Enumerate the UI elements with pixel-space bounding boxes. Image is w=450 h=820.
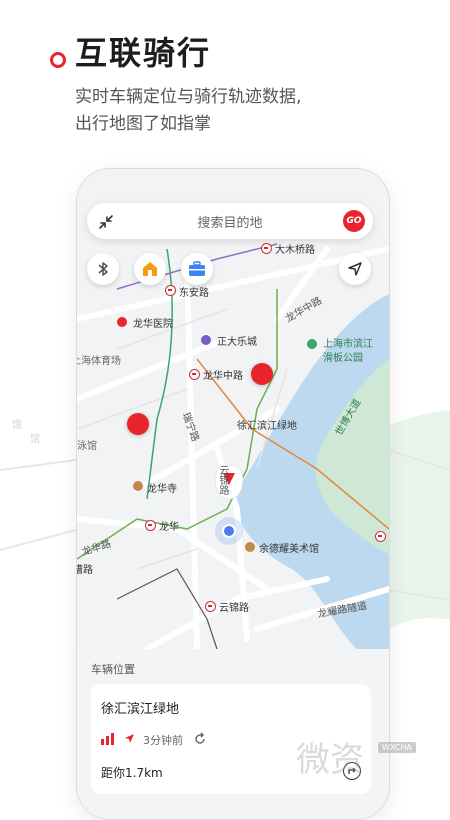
map-label-longhua-middle-road: 龙华中路 [203, 371, 243, 382]
briefcase-icon [189, 261, 205, 276]
metro-icon [205, 601, 216, 612]
metro-icon [261, 243, 272, 254]
metro-icon [189, 369, 200, 380]
promo-subtitle: 实时车辆定位与骑行轨迹数据, 出行地图了如指掌 [75, 84, 301, 138]
map-label-longhua: 龙华 [159, 522, 179, 533]
signal-icon [101, 733, 114, 745]
status-row: 3分钟前 [101, 730, 301, 748]
go-button[interactable]: GO [343, 210, 365, 232]
map-label-swimming: 上海游泳馆 [76, 441, 97, 452]
map-label-skatepark-2: 滑板公园 [323, 353, 363, 364]
promo-title: 互联骑行 [75, 34, 212, 72]
subtitle-line-2: 出行地图了如指掌 [75, 114, 211, 134]
work-button[interactable] [181, 253, 213, 285]
metro-icon [375, 531, 386, 542]
outside-label-hall: 馆 [12, 418, 22, 431]
vehicle-marker-icon[interactable] [127, 413, 149, 435]
watermark-logo: 微资 WXCHA [296, 718, 446, 788]
map-label-longcao: 龙漕路 [77, 565, 93, 576]
map-label-skatepark: 上海市滨江 [323, 339, 373, 350]
bluetooth-icon [98, 262, 108, 276]
promo-header: 互联骑行 实时车辆定位与骑行轨迹数据, 出行地图了如指掌 [0, 0, 450, 170]
park-icon [307, 339, 317, 349]
locate-button[interactable] [339, 253, 371, 285]
gps-icon [125, 734, 134, 743]
map-label-xuhui-green: 徐汇滨江绿地 [237, 421, 297, 432]
map-label-damuqiao: 大木桥路 [275, 245, 315, 256]
map-label-yude: 余德耀美术馆 [259, 544, 319, 555]
panel-title: 车辆位置 [91, 663, 135, 676]
watermark-tag: WXCHA [378, 742, 416, 753]
home-button[interactable] [134, 253, 166, 285]
map-label-stadium: 上海体育场 [76, 356, 121, 367]
update-time: 3分钟前 [143, 734, 183, 747]
map-label-houtan: 后滩 [389, 530, 390, 545]
metro-icon [165, 285, 176, 296]
museum-icon [245, 542, 255, 552]
subtitle-line-1: 实时车辆定位与骑行轨迹数据, [75, 87, 302, 107]
distance-text: 距你1.7km [101, 766, 163, 780]
watermark-text: 微资 [296, 740, 364, 780]
mall-icon [201, 335, 211, 345]
hospital-icon [117, 317, 127, 327]
map-label-yunjin-vertical: 云锦路 [217, 465, 228, 495]
map-label-dongan: 东安路 [179, 288, 209, 299]
map-label-longhua-hospital: 龙华医院 [133, 319, 173, 330]
bluetooth-button[interactable] [87, 253, 119, 285]
temple-icon [133, 481, 143, 491]
brand-dot-icon [50, 52, 66, 68]
svg-text:馆: 馆 [30, 432, 40, 445]
vehicle-location-name: 徐汇滨江绿地 [101, 702, 180, 717]
map-label-longhua-temple: 龙华寺 [147, 484, 177, 495]
search-bar[interactable]: 搜索目的地 GO [87, 203, 373, 239]
home-icon [143, 262, 157, 276]
map-label-zhengda: 正大乐城 [217, 337, 257, 348]
refresh-icon[interactable] [193, 732, 207, 746]
map-label-yunjin: 云锦路 [219, 603, 249, 614]
vehicle-marker-icon[interactable] [251, 363, 273, 385]
search-input[interactable]: 搜索目的地 [87, 212, 373, 231]
navigation-arrow-icon [348, 262, 362, 276]
metro-icon [145, 520, 156, 531]
